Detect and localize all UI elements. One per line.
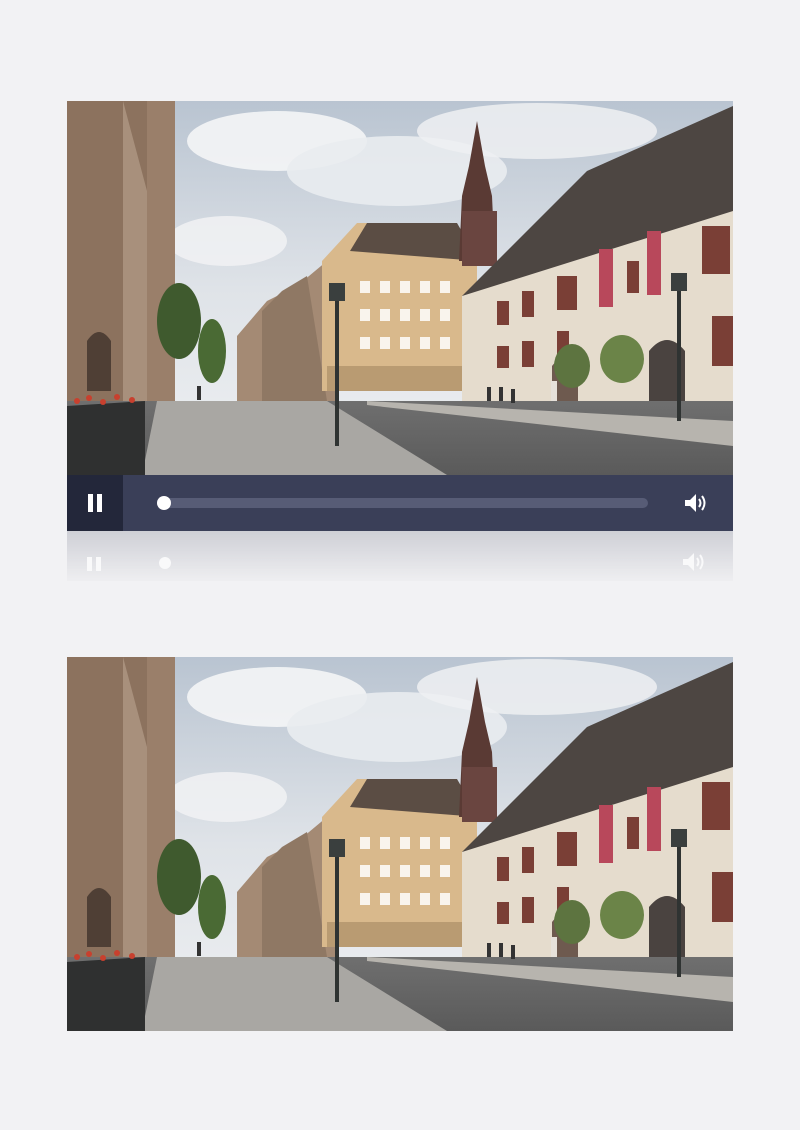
video-control-bar [67,475,733,531]
pause-icon [88,494,102,512]
pause-icon-reflection [87,557,101,571]
volume-button[interactable] [681,489,711,517]
progress-thumb-reflection [159,557,171,569]
video-frame-preview [67,657,733,1031]
progress-thumb[interactable] [156,496,171,510]
street-scene-image [67,657,733,1031]
street-scene-image [67,101,733,475]
volume-icon [685,494,706,512]
volume-icon-reflection [683,553,704,571]
pause-button[interactable] [67,475,123,531]
video-frame[interactable] [67,101,733,475]
control-bar-reflection [67,531,733,581]
progress-bar[interactable] [156,496,648,510]
